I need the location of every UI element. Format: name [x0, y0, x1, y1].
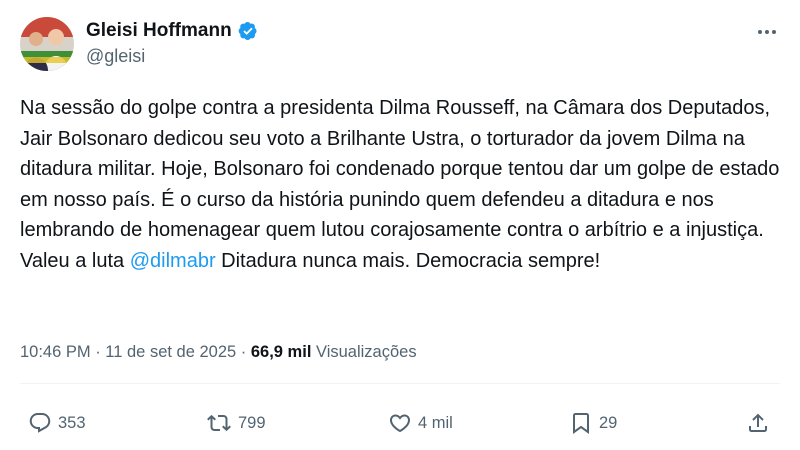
- more-dot: [772, 30, 776, 34]
- divider: [20, 383, 780, 384]
- author-display-name[interactable]: Gleisi Hoffmann: [86, 20, 232, 42]
- reply-icon: [29, 413, 51, 433]
- share-button[interactable]: [746, 411, 770, 435]
- reply-count: 353: [58, 413, 86, 432]
- like-count: 4 mil: [418, 413, 453, 432]
- more-options-icon[interactable]: [755, 24, 779, 40]
- like-button[interactable]: 4 mil: [388, 411, 453, 435]
- mention-link[interactable]: @dilmabr: [130, 250, 216, 272]
- avatar[interactable]: [20, 17, 74, 71]
- heart-icon: [389, 414, 411, 433]
- avatar-image: [20, 17, 74, 71]
- bookmark-count: 29: [599, 413, 618, 432]
- tweet-text: Na sessão do golpe contra a presidenta D…: [20, 93, 790, 277]
- meta-separator: ·: [236, 343, 251, 361]
- views-count: 66,9 mil: [250, 343, 312, 361]
- retweet-icon: [207, 414, 231, 432]
- tweet-meta: 10:46 PM · 11 de set de 2025 · 66,9 mil …: [20, 343, 417, 362]
- retweet-button[interactable]: 799: [206, 411, 266, 435]
- reply-button[interactable]: 353: [28, 411, 86, 435]
- retweet-count: 799: [238, 413, 266, 432]
- verified-badge-icon: [238, 22, 257, 40]
- tweet-time[interactable]: 10:46 PM: [20, 343, 91, 361]
- views-label: Visualizações: [311, 343, 417, 361]
- bookmark-button[interactable]: 29: [569, 411, 617, 435]
- meta-separator: ·: [90, 343, 106, 361]
- more-dot: [758, 30, 762, 34]
- tweet-text-main: Na sessão do golpe contra a presidenta D…: [20, 97, 785, 272]
- tweet-card: Gleisi Hoffmann @gleisi Na sessão do gol…: [0, 0, 800, 450]
- tweet-date[interactable]: 11 de set de 2025: [105, 343, 236, 361]
- bookmark-icon: [573, 413, 589, 434]
- more-dot: [765, 30, 769, 34]
- tweet-text-end: Ditadura nunca mais. Democracia sempre!: [215, 249, 601, 272]
- author-name-row: Gleisi Hoffmann: [86, 20, 258, 42]
- author-handle[interactable]: @gleisi: [86, 46, 145, 67]
- share-icon: [749, 413, 767, 432]
